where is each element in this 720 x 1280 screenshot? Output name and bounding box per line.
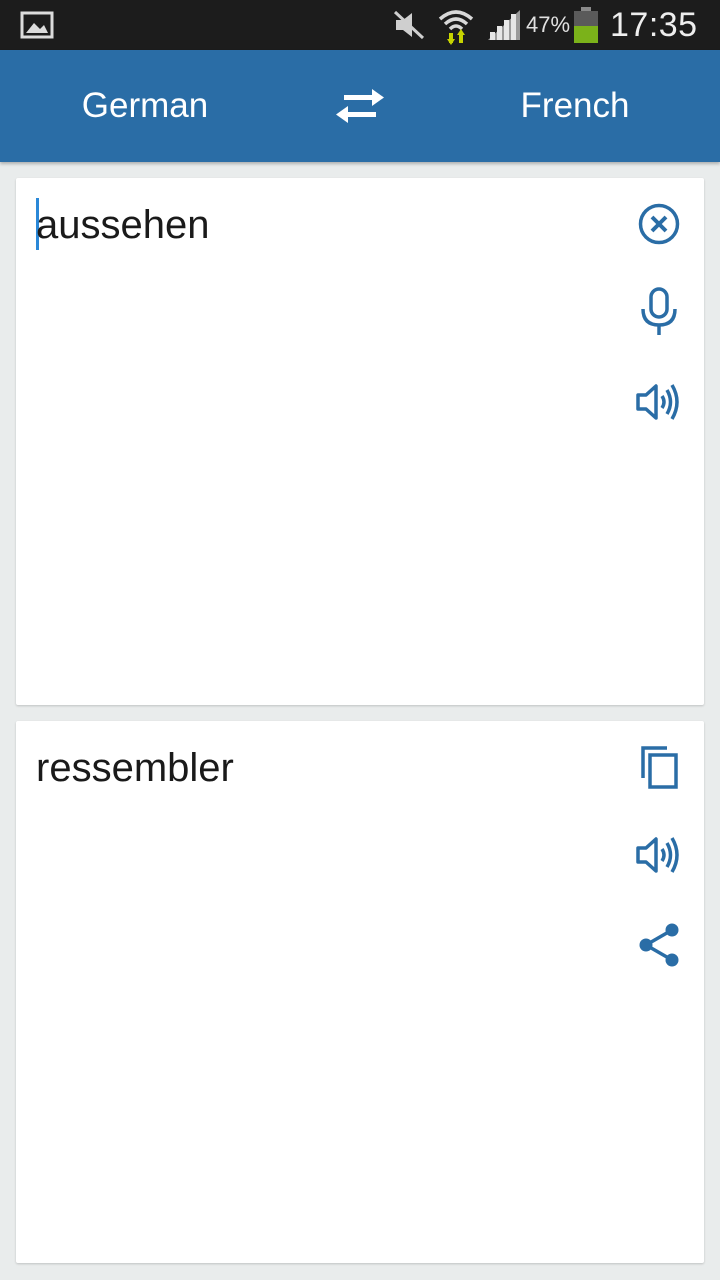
voice-input-button[interactable] (629, 282, 689, 342)
clear-button[interactable] (629, 194, 689, 254)
share-button[interactable] (629, 915, 689, 975)
speaker-icon (636, 837, 679, 873)
swap-languages-button[interactable] (330, 82, 390, 130)
swap-icon (336, 89, 384, 123)
speak-translation-button[interactable] (629, 825, 689, 885)
wifi-icon (436, 0, 476, 50)
source-text-input[interactable]: aussehen (36, 203, 209, 248)
output-card: ressembler (16, 721, 704, 1263)
copy-icon (641, 746, 678, 789)
speaker-icon (636, 384, 679, 420)
copy-button[interactable] (629, 737, 689, 797)
status-bar: 47% 17:35 (0, 0, 720, 50)
share-icon (639, 923, 679, 967)
speak-source-button[interactable] (629, 372, 689, 432)
image-notification-icon (20, 0, 54, 50)
battery-percent: 47% (526, 12, 571, 37)
mute-icon (392, 0, 426, 50)
translated-text: ressembler (36, 746, 234, 790)
source-language-button[interactable]: German (60, 50, 230, 162)
target-language-button[interactable]: French (490, 50, 660, 162)
clock: 17:35 (610, 5, 698, 44)
app-bar: German French (0, 50, 720, 162)
battery-icon (573, 0, 599, 50)
clear-icon (638, 203, 680, 245)
signal-icon (486, 0, 522, 50)
microphone-icon (641, 287, 677, 335)
input-card: aussehen (16, 178, 704, 705)
